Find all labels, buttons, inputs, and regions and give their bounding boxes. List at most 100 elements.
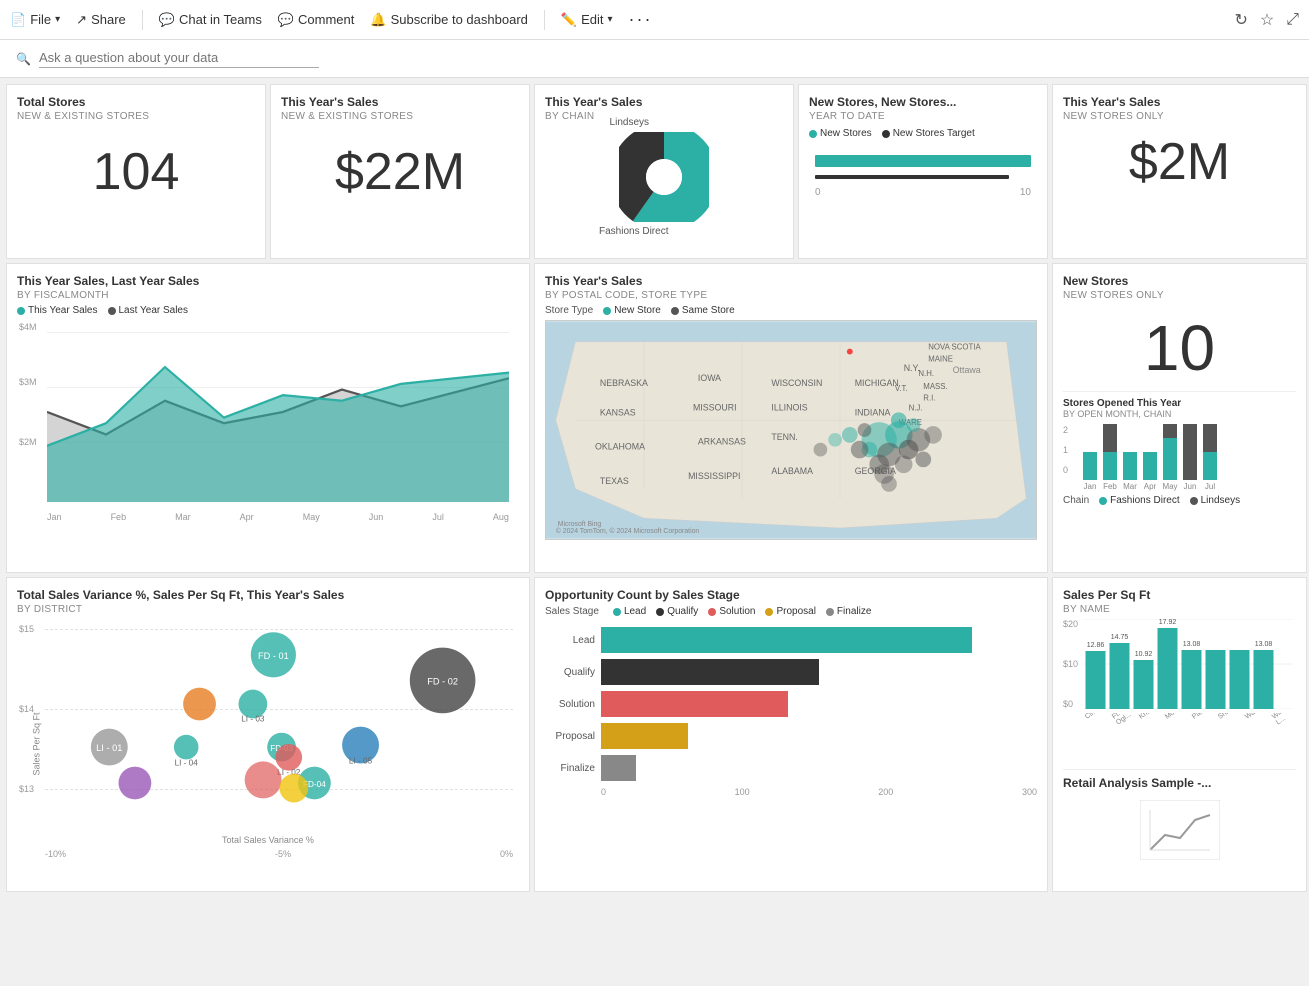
opp-proposal-bar [601, 723, 688, 749]
edit-button[interactable]: ✏️ Edit ▾ [561, 12, 613, 28]
stores-opened-chart: 2 1 0 [1063, 425, 1296, 491]
so-y2: 2 [1063, 425, 1068, 435]
refresh-icon[interactable]: ↻ [1234, 10, 1247, 30]
topbar: 📄 File ▾ ↗ Share 💬 Chat in Teams 💬 Comme… [0, 0, 1309, 40]
x-apr: Apr [240, 512, 254, 522]
us-map-svg: NEBRASKA KANSAS OKLAHOMA TEXAS IOWA MISS… [546, 321, 1036, 539]
fiscal-month-card: This Year Sales, Last Year Sales BY FISC… [6, 263, 530, 573]
svg-text:MAINE: MAINE [928, 355, 953, 364]
qa-underline [39, 67, 319, 68]
lead-dot [613, 608, 621, 616]
this-year-sales-value: $22M [281, 142, 519, 202]
svg-text:MISSOURI: MISSOURI [693, 403, 737, 413]
opp-row-solution: Solution [545, 691, 1037, 717]
pie-label-fashions: Fashions Direct [599, 226, 668, 237]
retail-icon-container [1063, 790, 1296, 870]
fd-dot [1099, 497, 1107, 505]
opp-proposal-label: Proposal [545, 731, 595, 742]
scatter-y13: $13 [19, 784, 34, 794]
so-x-labels: Jan Feb Mar Apr May Jun Jul [1081, 482, 1296, 491]
x-zero: 0% [500, 849, 513, 859]
separator2 [544, 10, 545, 30]
bar-jul-fd [1203, 452, 1217, 480]
so-x-jan: Jan [1081, 482, 1099, 491]
svg-text:N.H.: N.H. [918, 369, 934, 378]
scatter-svg: FD - 01 FD - 02 FD-03 FD-04 LI - 01 LI -… [45, 624, 512, 824]
svg-text:IOWA: IOWA [698, 373, 721, 383]
more-button[interactable]: ··· [629, 9, 653, 30]
share-icon: ↗ [76, 12, 87, 28]
store-type-label: Store Type [545, 305, 593, 316]
separator [142, 10, 143, 30]
legend-dot-new [809, 130, 817, 138]
svg-text:N.Y.: N.Y. [904, 364, 920, 374]
chain-label: Chain [1063, 495, 1089, 506]
bar-feb-l [1103, 424, 1117, 452]
edit-icon: ✏️ [561, 12, 577, 28]
y-mid-label: $3M [19, 377, 37, 387]
subscribe-button[interactable]: 🔔 Subscribe to dashboard [370, 12, 528, 28]
svg-text:© 2024 TomTom, © 2024 Microsof: © 2024 TomTom, © 2024 Microsoft Corporat… [556, 527, 700, 535]
opp-row-qualify: Qualify [545, 659, 1037, 685]
svg-text:FD - 02: FD - 02 [427, 677, 458, 687]
comment-button[interactable]: 💬 Comment [278, 12, 355, 28]
svg-text:TEXAS: TEXAS [600, 476, 629, 486]
x-may: May [303, 512, 320, 522]
new-stores-ytd-bars: 0 10 [809, 155, 1037, 198]
new-store-dot [603, 307, 611, 315]
trend-chart-icon [1140, 800, 1220, 860]
svg-text:Ottawa: Ottawa [953, 366, 981, 376]
y-low-label: $2M [19, 437, 37, 447]
so-x-may: May [1161, 482, 1179, 491]
sqft-bars-svg: 12.86 14.75 10.92 17.92 13.08 13.0 [1083, 619, 1294, 709]
svg-text:WISCONSIN: WISCONSIN [771, 378, 822, 388]
svg-text:KANSAS: KANSAS [600, 408, 636, 418]
y-max-label: $4M [19, 322, 37, 332]
retail-title: Retail Analysis Sample -... [1063, 776, 1296, 790]
chat-teams-button[interactable]: 💬 Chat in Teams [159, 12, 262, 28]
fullscreen-icon[interactable]: ⤢ [1286, 11, 1299, 29]
svg-text:V.T.: V.T. [895, 384, 908, 393]
svg-text:ILLINOIS: ILLINOIS [771, 403, 807, 413]
x-jul: Jul [432, 512, 444, 522]
stores-opened-subtitle: BY OPEN MONTH, CHAIN [1063, 409, 1296, 419]
this-year-dot [17, 307, 25, 315]
new-stores-ytd-legend: New Stores New Stores Target [809, 128, 1037, 139]
dashboard: Total Stores NEW & EXISTING STORES 104 T… [0, 78, 1309, 986]
x-feb: Feb [111, 512, 127, 522]
svg-text:12.86: 12.86 [1087, 642, 1105, 649]
total-stores-title: Total Stores [17, 95, 255, 109]
retail-divider [1063, 769, 1296, 770]
search-icon: 🔍 [16, 52, 31, 66]
so-x-jun: Jun [1181, 482, 1199, 491]
share-button[interactable]: ↗ Share [76, 12, 126, 28]
new-stores-ytd-card: New Stores, New Stores... YEAR TO DATE N… [798, 84, 1048, 259]
so-x-apr: Apr [1141, 482, 1159, 491]
svg-text:R.I.: R.I. [923, 394, 935, 403]
file-menu[interactable]: 📄 File ▾ [10, 12, 60, 28]
qa-input[interactable] [39, 50, 339, 65]
svg-text:ARKANSAS: ARKANSAS [698, 437, 746, 447]
pie-chart [619, 132, 709, 222]
svg-text:LI - 03: LI - 03 [241, 715, 265, 724]
retail-section: Retail Analysis Sample -... [1063, 776, 1296, 870]
this-year-sales-new-subtitle: NEW STORES ONLY [1063, 111, 1296, 122]
svg-text:LI - 04: LI - 04 [175, 759, 199, 768]
so-y0: 0 [1063, 465, 1068, 475]
favorite-icon[interactable]: ☆ [1260, 10, 1274, 30]
map-legend: Store Type New Store Same Store [545, 305, 1037, 316]
svg-text:MISSISSIPPI: MISSISSIPPI [688, 471, 740, 481]
finalize-dot [826, 608, 834, 616]
sales-sqft-subtitle: BY NAME [1063, 604, 1296, 615]
sales-chain-subtitle: BY CHAIN [545, 111, 783, 122]
opp-lead-label: Lead [545, 635, 595, 646]
file-icon: 📄 [10, 12, 26, 28]
scatter-y-axis-label: Sales Per Sq Ft [32, 713, 42, 776]
sqft-y0: $0 [1063, 699, 1073, 709]
sqft-y10: $10 [1063, 659, 1078, 669]
this-year-sales-new-value: $2M [1063, 132, 1296, 192]
this-year-sales-new-card: This Year's Sales NEW STORES ONLY $2M [1052, 84, 1307, 259]
x-jan: Jan [47, 512, 62, 522]
scatter-title: Total Sales Variance %, Sales Per Sq Ft,… [17, 588, 519, 602]
teams-icon: 💬 [159, 12, 175, 28]
